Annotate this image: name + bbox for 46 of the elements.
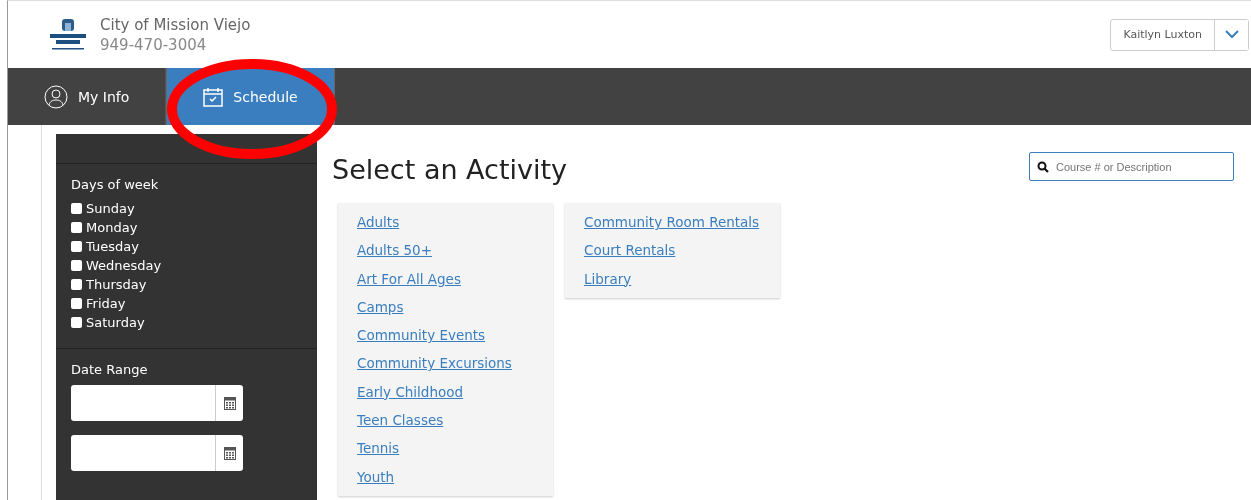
activity-link[interactable]: Community Excursions [357,349,553,378]
day-label: Monday [86,219,138,237]
user-icon [44,84,68,109]
checkbox[interactable] [71,222,82,233]
day-label: Friday [86,295,126,313]
activity-link[interactable]: Teen Classes [357,406,553,435]
section-title: Days of week [71,177,160,192]
user-name: Kaitlyn Luxton [1122,27,1203,43]
date-field[interactable] [71,435,215,471]
calendar-icon [223,396,236,410]
activity-link[interactable]: Court Rentals [584,236,780,265]
day-label: Thursday [86,276,147,294]
search-icon [1037,161,1049,173]
activity-link[interactable]: Camps [357,292,553,322]
calendar-icon [223,446,236,460]
checkbox[interactable] [71,260,82,271]
org-name: City of Mission Viejo [100,15,251,34]
day-label: Sunday [86,200,135,218]
section-title: Date Range [71,362,149,377]
page-title: Select an Activity [332,154,568,185]
chevron-down-icon [1224,30,1239,39]
activity-link[interactable]: Community Events [357,321,553,350]
activity-link[interactable]: Early Childhood [357,377,553,407]
activity-link[interactable]: Library [584,264,780,293]
activity-link[interactable]: Tennis [357,434,553,463]
phone-number: 949-470-3004 [100,35,208,54]
search-field[interactable]: Course # or Description [1029,152,1234,181]
day-label: Saturday [86,314,145,332]
dropdown-button[interactable] [1214,19,1248,50]
activity-link[interactable]: Adults 50+ [357,236,553,265]
calendar-check-icon [203,86,224,107]
date-field[interactable] [71,385,215,421]
activity-link[interactable]: Youth [357,462,553,491]
day-label: Tuesday [86,238,139,256]
checkbox[interactable] [71,203,82,214]
user-dropdown[interactable]: Kaitlyn Luxton [1110,18,1249,51]
checkbox[interactable] [71,279,82,290]
day-label: Wednesday [86,257,162,275]
activity-link[interactable]: Art For All Ages [357,264,553,293]
activity-link[interactable]: Community Room Rentals [584,208,780,237]
checkbox[interactable] [71,317,82,328]
calendar-button[interactable] [215,385,243,421]
checkbox[interactable] [71,241,82,252]
checkbox[interactable] [71,298,82,309]
calendar-button[interactable] [215,435,243,471]
activity-link[interactable]: Adults [357,208,553,237]
